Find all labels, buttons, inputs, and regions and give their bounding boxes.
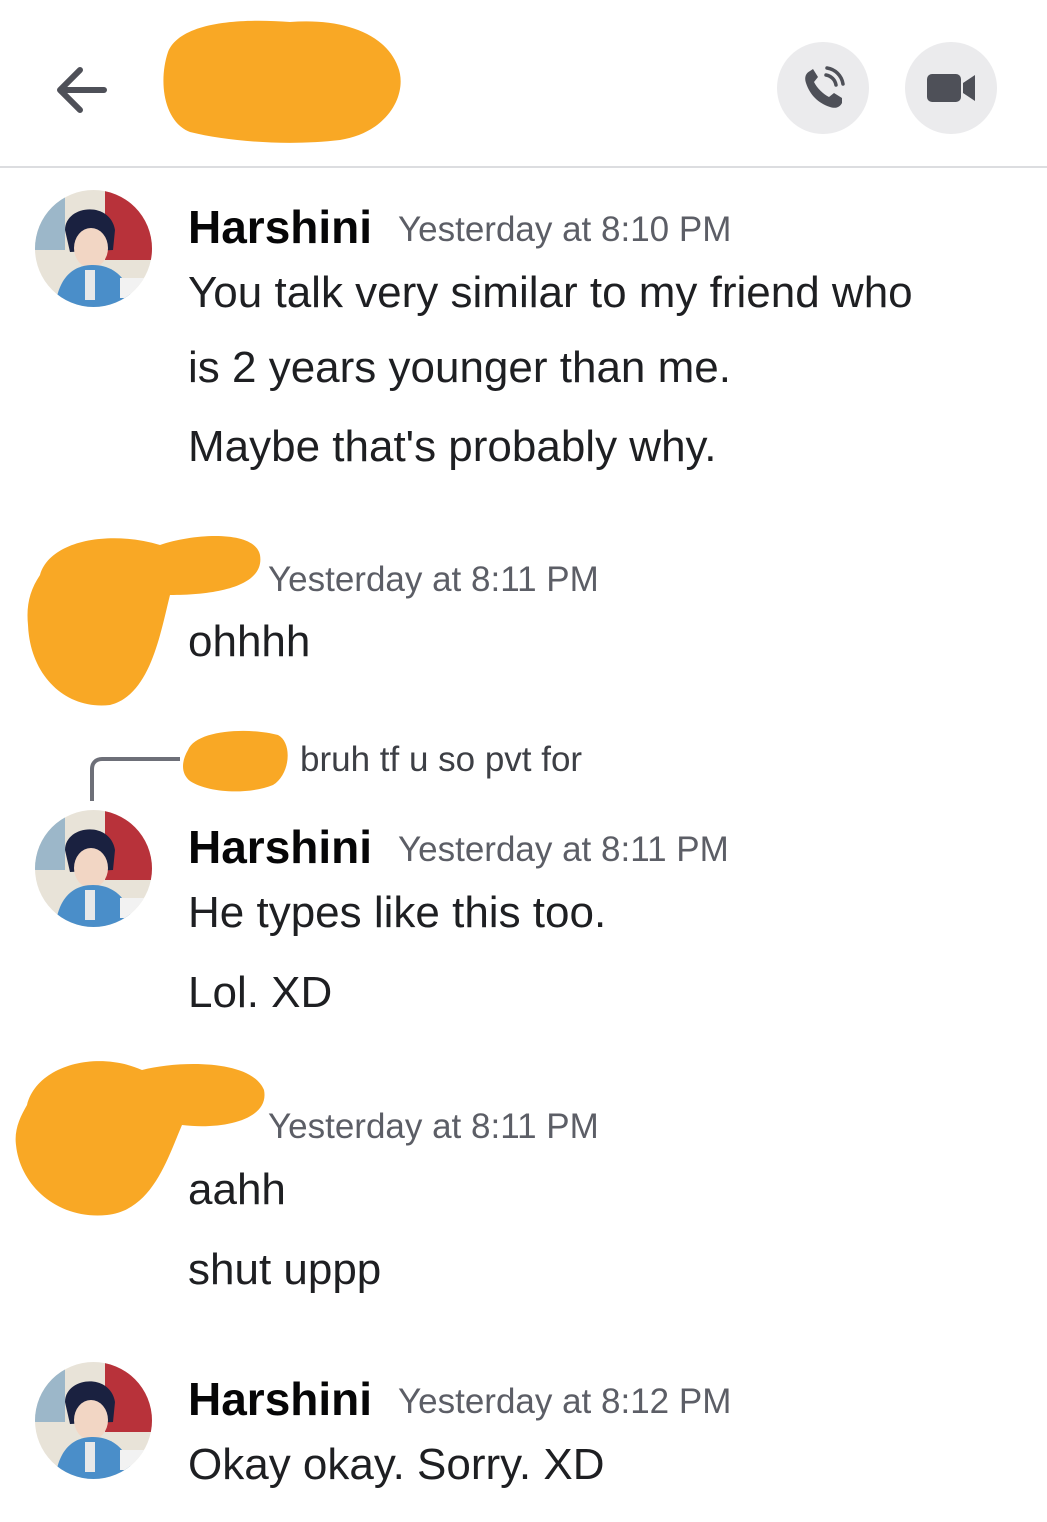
message-line: He types like this too.	[188, 888, 607, 937]
channel-title-redaction	[163, 20, 401, 143]
avatar[interactable]	[35, 810, 152, 927]
message-timestamp: Yesterday at 8:10 PM	[398, 210, 732, 249]
anime-avatar-icon	[35, 190, 152, 307]
anime-avatar-icon	[35, 810, 152, 927]
message-line: Lol. XD	[188, 968, 333, 1017]
message-line: Okay okay. Sorry. XD	[188, 1440, 605, 1489]
video-camera-icon	[927, 74, 975, 102]
author-name[interactable]: Harshini	[188, 1372, 372, 1426]
message-line: Maybe that's probably why.	[188, 422, 717, 471]
avatar[interactable]	[35, 1362, 152, 1479]
message-line: is 2 years younger than me.	[188, 343, 731, 392]
phone-icon	[805, 66, 845, 108]
message-line: You talk very similar to my friend who	[188, 268, 913, 317]
message-timestamp: Yesterday at 8:11 PM	[398, 830, 729, 869]
message-timestamp: Yesterday at 8:11 PM	[268, 1107, 599, 1146]
voice-call-button[interactable]	[777, 42, 869, 134]
reply-connector	[90, 757, 180, 801]
anime-avatar-icon	[35, 1362, 152, 1479]
back-button[interactable]	[52, 62, 112, 118]
video-call-button[interactable]	[905, 42, 997, 134]
message-timestamp: Yesterday at 8:12 PM	[398, 1382, 732, 1421]
message-line: shut uppp	[188, 1245, 382, 1294]
message-line: ohhhh	[188, 617, 311, 666]
reply-author-redaction	[183, 730, 288, 792]
reply-preview[interactable]: bruh tf u so pvt for	[300, 740, 582, 780]
chat-header	[0, 0, 1047, 168]
message-line: aahh	[188, 1165, 286, 1214]
author-name[interactable]: Harshini	[188, 200, 372, 254]
arrow-left-icon	[57, 67, 107, 113]
author-name[interactable]: Harshini	[188, 820, 372, 874]
avatar[interactable]	[35, 190, 152, 307]
message-timestamp: Yesterday at 8:11 PM	[268, 560, 599, 599]
